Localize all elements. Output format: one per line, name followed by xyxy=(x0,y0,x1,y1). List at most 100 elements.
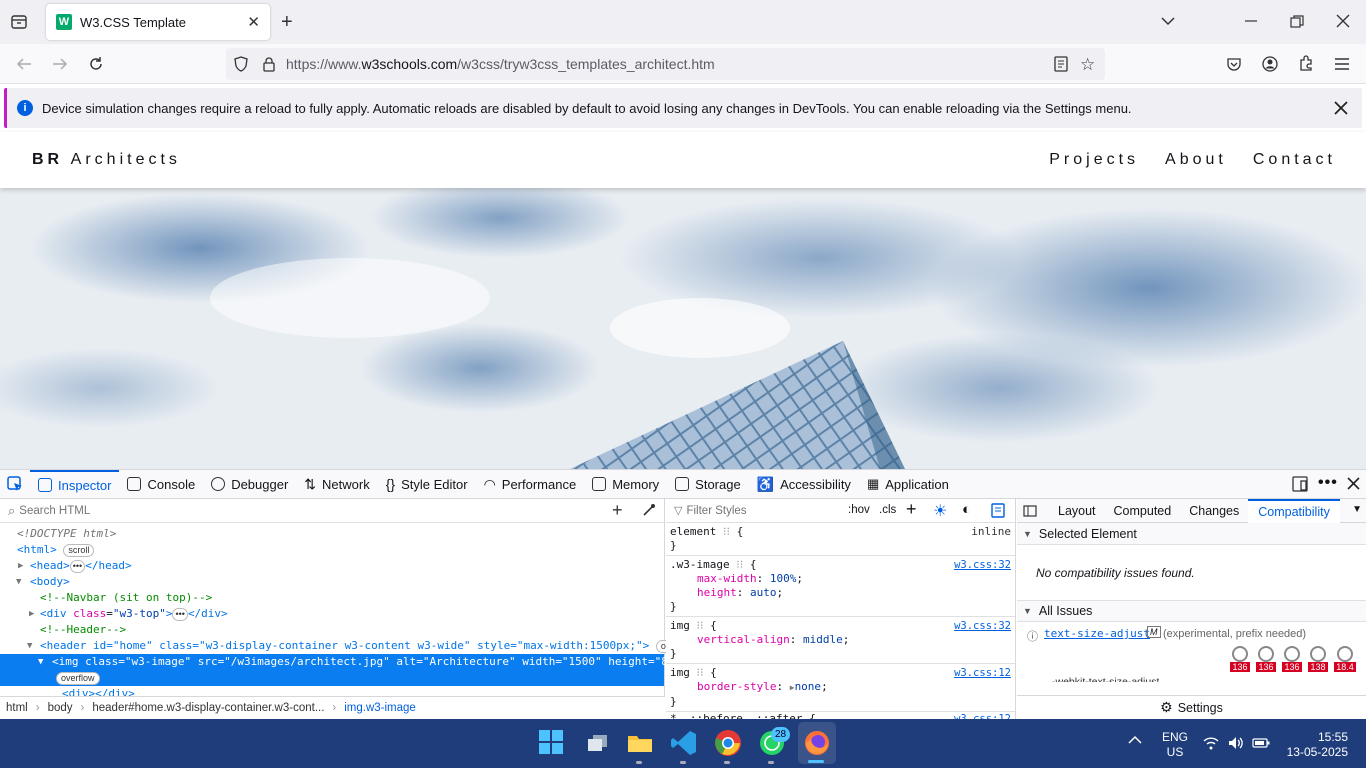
scroll-badge[interactable]: scroll xyxy=(63,544,95,557)
rule-source-link[interactable]: w3.css:32 xyxy=(954,558,1011,572)
rule-w3-image[interactable]: .w3-image ⁝⁝ { w3.css:32 max-width: 100%… xyxy=(666,556,1015,617)
rule-source-link[interactable]: w3.css:32 xyxy=(954,619,1011,633)
light-scheme-sun-icon[interactable]: ☀ xyxy=(933,501,947,521)
rule-declaration[interactable]: height: auto; xyxy=(670,586,1011,600)
tab-style-editor[interactable]: {} Style Editor xyxy=(378,470,476,499)
rule-img-2[interactable]: img ⁝⁝ { w3.css:12 border-style: ▶none; … xyxy=(666,664,1015,712)
file-explorer-icon[interactable] xyxy=(626,729,654,757)
windows-start-icon[interactable] xyxy=(538,729,566,757)
minimize-icon[interactable] xyxy=(1244,13,1258,27)
nav-about-link[interactable]: About xyxy=(1165,151,1227,169)
rule-declaration[interactable]: border-style: ▶none; xyxy=(670,680,1011,695)
all-issues-header[interactable]: ▼ All Issues xyxy=(1017,600,1366,622)
tab-network[interactable]: ⇅ Network xyxy=(296,470,377,499)
hov-toggle[interactable]: :hov xyxy=(848,504,870,516)
tab-compatibility[interactable]: Compatibility xyxy=(1248,498,1340,523)
element-picker-icon[interactable] xyxy=(0,470,30,499)
account-icon[interactable] xyxy=(1262,56,1278,72)
tab-memory[interactable]: Memory xyxy=(584,470,667,499)
cls-toggle[interactable]: .cls xyxy=(879,504,896,516)
clock[interactable]: 15:55 13-05-2025 xyxy=(1286,730,1348,760)
print-media-icon[interactable] xyxy=(991,503,1005,518)
breadcrumb-item[interactable]: body xyxy=(48,702,73,714)
add-rule-icon[interactable]: + xyxy=(906,499,917,520)
nav-projects-link[interactable]: Projects xyxy=(1049,151,1139,169)
language-indicator[interactable]: ENG US xyxy=(1162,730,1188,760)
task-view-icon[interactable] xyxy=(584,729,612,757)
pocket-icon[interactable] xyxy=(1226,56,1242,72)
rule-declaration[interactable]: vertical-align: middle; xyxy=(670,633,1011,647)
chrome-icon[interactable] xyxy=(714,729,742,757)
markup-div-top[interactable]: ▶ <div class="w3-top"> ••• </div> xyxy=(0,606,664,622)
markup-img-selected[interactable]: ▼ <img class="w3-image" src="/w3images/a… xyxy=(0,654,694,686)
close-tab-icon[interactable]: ✕ xyxy=(247,13,260,31)
tab-performance[interactable]: ◠ Performance xyxy=(476,470,585,499)
markup-html[interactable]: <html> scroll xyxy=(0,542,664,558)
vscode-icon[interactable] xyxy=(670,729,698,757)
rule-element[interactable]: element ⁝⁝ { inline} xyxy=(666,523,1015,556)
tab-inspector[interactable]: Inspector xyxy=(30,469,120,499)
show-hidden-icons-chevron-up-icon[interactable] xyxy=(1128,735,1142,745)
tab-computed[interactable]: Computed xyxy=(1105,504,1181,518)
settings-button[interactable]: ⚙ Settings xyxy=(1017,695,1366,719)
overflow-badge[interactable]: overflow xyxy=(56,672,100,685)
restore-icon[interactable] xyxy=(1290,15,1304,29)
bookmark-star-icon[interactable]: ☆ xyxy=(1080,55,1095,75)
expand-triangle-icon[interactable]: ▶ xyxy=(18,558,23,574)
tab-layout[interactable]: Layout xyxy=(1049,504,1105,518)
site-brand[interactable]: BR Architects xyxy=(32,151,1049,169)
collapse-triangle-icon[interactable]: ▼ xyxy=(16,574,21,590)
tab-application[interactable]: ▦ Application xyxy=(859,470,957,499)
markup-head[interactable]: ▶ <head> ••• </head> xyxy=(0,558,664,574)
list-tabs-chevron-down-icon[interactable] xyxy=(1160,13,1176,29)
reload-icon[interactable] xyxy=(88,56,104,72)
collapse-triangle-icon[interactable]: ▼ xyxy=(38,654,43,670)
eyedropper-icon[interactable] xyxy=(642,503,656,517)
nav-contact-link[interactable]: Contact xyxy=(1253,151,1336,169)
rule-img-1[interactable]: img ⁝⁝ { w3.css:32 vertical-align: middl… xyxy=(666,617,1015,664)
breadcrumb-item-selected[interactable]: img.w3-image xyxy=(344,702,416,714)
dark-scheme-contrast-icon[interactable]: ◐ xyxy=(962,501,971,518)
reader-view-icon[interactable] xyxy=(1053,56,1069,72)
tab-accessibility[interactable]: ♿ Accessibility xyxy=(749,470,859,499)
lock-icon[interactable] xyxy=(262,56,276,72)
firefox-icon[interactable] xyxy=(803,729,831,757)
rule-declaration[interactable]: max-width: 100%; xyxy=(670,572,1011,586)
toggle-sidebar-icon[interactable] xyxy=(1023,504,1037,517)
add-node-icon[interactable]: + xyxy=(612,500,623,521)
expand-triangle-icon[interactable]: ▶ xyxy=(29,606,34,622)
volume-icon[interactable] xyxy=(1228,736,1244,750)
back-icon[interactable] xyxy=(16,56,32,72)
new-tab-icon[interactable]: + xyxy=(281,11,293,34)
breadcrumb-item[interactable]: header#home.w3-display-container.w3-cont… xyxy=(92,702,324,714)
tab-console[interactable]: Console xyxy=(119,470,203,499)
more-options-icon[interactable]: ••• xyxy=(1318,474,1338,492)
battery-icon[interactable] xyxy=(1252,738,1270,748)
markup-header[interactable]: ▼ <header id="home" class="w3-display-con… xyxy=(0,638,700,654)
close-notification-icon[interactable] xyxy=(1334,101,1348,115)
url-bar[interactable]: https://www. w3schools.com/w3css/tryw3css… xyxy=(226,48,1105,80)
markup-body[interactable]: ▼ <body> xyxy=(0,574,664,590)
app-menu-hamburger-icon[interactable] xyxy=(1334,57,1350,71)
browser-tab[interactable]: W W3.CSS Template ✕ xyxy=(46,4,270,40)
markup-comment-header[interactable]: <!--Header--> xyxy=(0,622,664,638)
markup-doctype[interactable]: <!DOCTYPE html> xyxy=(0,526,664,542)
responsive-design-mode-icon[interactable] xyxy=(1292,476,1308,492)
mdn-badge-icon[interactable]: M xyxy=(1147,626,1161,638)
wifi-icon[interactable] xyxy=(1203,736,1219,750)
tab-debugger[interactable]: Debugger xyxy=(203,470,296,499)
rule-source-link[interactable]: w3.css:12 xyxy=(954,666,1011,680)
markup-comment-navbar[interactable]: <!--Navbar (sit on top)--> xyxy=(0,590,664,606)
tab-storage[interactable]: Storage xyxy=(667,470,749,499)
extensions-icon[interactable] xyxy=(1298,55,1314,71)
collapse-triangle-icon[interactable]: ▼ xyxy=(27,638,32,654)
tab-overview-icon[interactable] xyxy=(10,13,28,31)
ellipsis-badge-icon[interactable]: ••• xyxy=(69,560,86,573)
close-window-icon[interactable] xyxy=(1336,14,1350,28)
chevron-down-icon[interactable]: ▼ xyxy=(1352,504,1362,515)
tab-changes[interactable]: Changes xyxy=(1180,504,1248,518)
breadcrumb-item[interactable]: html xyxy=(6,702,28,714)
issue-property-link[interactable]: text-size-adjust xyxy=(1044,627,1150,640)
selected-element-header[interactable]: ▼ Selected Element xyxy=(1017,523,1366,545)
ellipsis-badge-icon[interactable]: ••• xyxy=(172,608,188,621)
